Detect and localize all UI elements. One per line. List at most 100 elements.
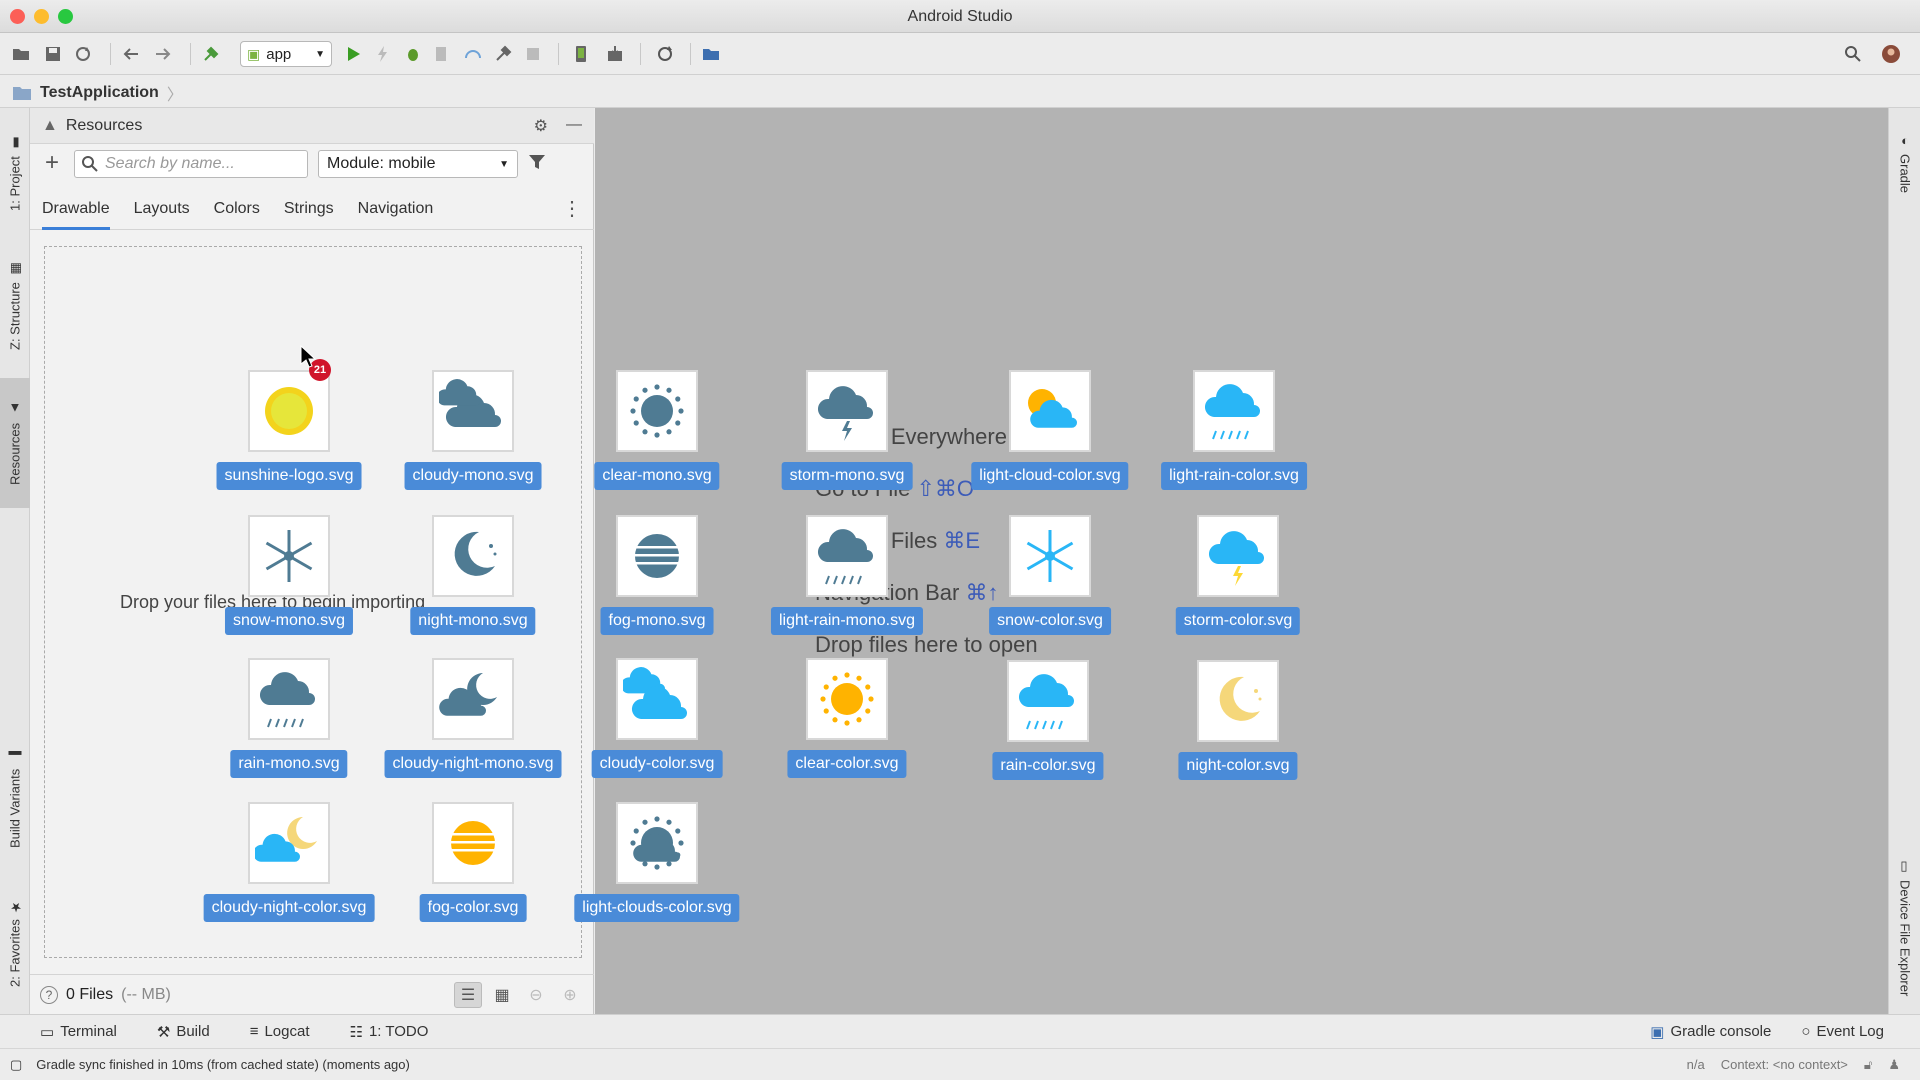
- star-icon: ★: [7, 898, 23, 914]
- resources-icon: ▲: [42, 116, 58, 134]
- save-icon[interactable]: [42, 43, 64, 65]
- list-view-icon[interactable]: ☰: [454, 981, 482, 1008]
- breadcrumb-project[interactable]: TestApplication: [40, 84, 159, 102]
- tab-todo[interactable]: ☷ 1: TODO: [350, 1023, 429, 1041]
- sdk-manager-icon[interactable]: [604, 43, 626, 65]
- tab-build-variants[interactable]: Build Variants ▬: [0, 728, 30, 868]
- run-icon[interactable]: [342, 43, 364, 65]
- left-tool-stripe: 1: Project ▮ Z: Structure ▦ Resources ▲ Bui…: [0, 108, 30, 1014]
- bottom-tool-bar: ▭ Terminal ⚒ Build ≡ Logcat ☷ 1: TODO ▣ Gradl…: [0, 1014, 1920, 1048]
- resources-icon: ▲: [7, 401, 23, 417]
- search-input[interactable]: Search by name...: [74, 150, 308, 178]
- status-message[interactable]: Gradle sync finished in 10ms (from cache…: [36, 1057, 410, 1072]
- zoom-in-icon[interactable]: ⊕: [556, 982, 584, 1008]
- main-toolbar: ▣ app ▼: [0, 33, 1920, 75]
- editor-empty-area[interactable]: Search Everywhere Double Go to File ⇧⌘O …: [595, 108, 1888, 1014]
- cursor-icon: [300, 345, 316, 368]
- tab-logcat[interactable]: ≡ Logcat: [250, 1023, 310, 1040]
- console-icon: ▣: [1650, 1023, 1665, 1041]
- open-folder-icon[interactable]: [10, 43, 32, 65]
- breadcrumb[interactable]: TestApplication 〉: [12, 81, 183, 105]
- run-config-label: app: [266, 45, 292, 63]
- tab-build[interactable]: ⚒ Build: [157, 1023, 210, 1041]
- right-tool-stripe: ◐ Gradle ▯ Device File Explorer: [1888, 108, 1920, 1014]
- tab-terminal[interactable]: ▭ Terminal: [40, 1023, 117, 1041]
- tab-event-log[interactable]: ○ Event Log: [1801, 1023, 1884, 1041]
- android-icon: ▬: [7, 747, 23, 763]
- navigation-bar: TestApplication 〉: [0, 75, 1920, 108]
- panel-footer: ? 0 Files (-- MB) ☰ ▦ ⊖ ⊕: [30, 974, 594, 1014]
- minimize-icon[interactable]: —: [566, 116, 582, 136]
- hint-drop-files: Drop files here to open: [815, 632, 1038, 657]
- toggle-tool-windows-icon[interactable]: ▢: [10, 1057, 22, 1073]
- hint-navigation-bar: Navigation Bar ⌘↑: [815, 580, 999, 605]
- tab-gradle-console[interactable]: ▣ Gradle console: [1650, 1023, 1771, 1041]
- context-indicator[interactable]: Context: <no context>: [1721, 1057, 1848, 1072]
- project-structure-icon[interactable]: [700, 43, 722, 65]
- chevron-down-icon: ▼: [315, 48, 325, 60]
- tab-project[interactable]: 1: Project ▮: [0, 118, 30, 228]
- hint-go-to-file: Go to File ⇧⌘O: [815, 476, 975, 501]
- caret-position[interactable]: n/a: [1687, 1057, 1705, 1072]
- zoom-out-icon[interactable]: ⊖: [522, 982, 550, 1008]
- resources-panel: ▲ Resources ⚙ — + Search by name... Modu…: [30, 108, 594, 1014]
- inspector-icon[interactable]: ♟︎: [1888, 1057, 1900, 1073]
- stop-icon[interactable]: [522, 43, 544, 65]
- tab-layouts[interactable]: Layouts: [134, 188, 190, 230]
- more-options-icon[interactable]: ⋮: [562, 196, 582, 221]
- folder-icon: [13, 87, 31, 100]
- folder-icon: ▮: [7, 135, 23, 151]
- chevron-down-icon: ▼: [499, 158, 509, 170]
- forward-icon[interactable]: [152, 43, 174, 65]
- terminal-icon: ▭: [40, 1023, 55, 1041]
- todo-icon: ☷: [349, 1023, 363, 1041]
- tab-favorites[interactable]: 2: Favorites ★: [0, 883, 30, 1003]
- tab-colors[interactable]: Colors: [214, 188, 260, 230]
- panel-title: Resources: [65, 116, 143, 134]
- tab-drawable[interactable]: Drawable: [42, 188, 110, 230]
- structure-icon: ▦: [7, 261, 23, 277]
- hint-search-everywhere: Search Everywhere Double: [815, 424, 1083, 449]
- back-icon[interactable]: [120, 43, 142, 65]
- device-icon: ▯: [1897, 859, 1913, 875]
- lock-icon[interactable]: 🔓︎: [1864, 1057, 1872, 1073]
- event-log-icon: ○: [1801, 1023, 1811, 1040]
- sync-icon[interactable]: [72, 43, 94, 65]
- attach-debugger-icon[interactable]: [492, 43, 514, 65]
- module-dropdown[interactable]: Module: mobile ▼: [318, 150, 518, 178]
- tab-structure[interactable]: Z: Structure ▦: [0, 243, 30, 368]
- tab-strings[interactable]: Strings: [284, 188, 334, 230]
- profile-icon[interactable]: [462, 43, 484, 65]
- tab-navigation[interactable]: Navigation: [358, 188, 434, 230]
- search-icon[interactable]: [1842, 43, 1864, 65]
- avd-manager-icon[interactable]: [570, 43, 592, 65]
- filter-icon[interactable]: [528, 153, 546, 176]
- window-title: Android Studio: [907, 8, 1013, 25]
- file-count: 0 Files: [66, 985, 114, 1003]
- file-size: (-- MB): [121, 985, 171, 1003]
- debug-icon[interactable]: [402, 43, 424, 65]
- help-icon[interactable]: ?: [40, 985, 58, 1004]
- drop-hint: Drop your files here to begin importing: [120, 592, 426, 612]
- hint-recent-files: Recent Files ⌘E: [815, 528, 981, 553]
- apply-changes-icon[interactable]: [372, 43, 394, 65]
- make-project-icon[interactable]: [200, 43, 222, 65]
- run-configuration-dropdown[interactable]: ▣ app ▼: [240, 41, 332, 67]
- grid-view-icon[interactable]: ▦: [488, 982, 516, 1008]
- avatar[interactable]: [1880, 43, 1902, 65]
- title-bar: Android Studio: [0, 0, 1920, 33]
- tab-device-file-explorer[interactable]: ▯ Device File Explorer: [1889, 843, 1920, 1013]
- panel-header: ▲ Resources ⚙ —: [30, 108, 594, 144]
- coverage-icon[interactable]: [430, 43, 452, 65]
- gear-icon[interactable]: ⚙: [534, 116, 548, 136]
- sync-gradle-icon[interactable]: [654, 43, 676, 65]
- add-resource-button[interactable]: +: [40, 151, 64, 176]
- logcat-icon: ≡: [249, 1023, 259, 1040]
- resources-toolbar: + Search by name... Module: mobile ▼: [30, 144, 594, 184]
- status-bar: ▢ Gradle sync finished in 10ms (from cac…: [0, 1048, 1920, 1080]
- gradle-icon: ◐: [1897, 132, 1913, 148]
- search-placeholder: Search by name...: [105, 155, 235, 172]
- android-app-icon: ▣: [247, 45, 261, 62]
- tab-resources[interactable]: Resources ▲: [0, 378, 30, 508]
- tab-gradle[interactable]: ◐ Gradle: [1889, 118, 1920, 208]
